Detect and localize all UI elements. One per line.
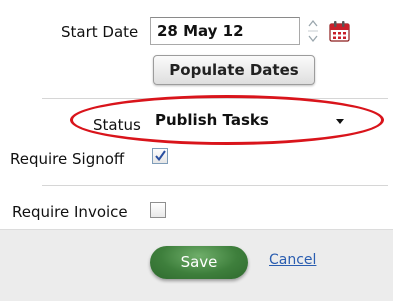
require-signoff-checkbox[interactable] — [152, 148, 168, 164]
form-footer: Save Cancel — [0, 229, 393, 301]
spinner-icon[interactable] — [307, 17, 319, 45]
divider — [42, 185, 388, 186]
populate-dates-button[interactable]: Populate Dates — [153, 55, 315, 85]
chevron-down-icon[interactable] — [336, 119, 344, 124]
start-date-label: Start Date — [61, 23, 139, 41]
cancel-link[interactable]: Cancel — [269, 252, 316, 268]
calendar-icon[interactable] — [326, 18, 352, 44]
save-button[interactable]: Save — [150, 246, 248, 279]
status-label: Status — [93, 116, 141, 134]
require-invoice-checkbox[interactable] — [150, 202, 166, 218]
status-select[interactable]: Publish Tasks — [155, 107, 355, 133]
require-signoff-label: Require Signoff — [10, 150, 125, 168]
start-date-field[interactable]: 28 May 12 — [150, 17, 300, 45]
task-settings-form: Start Date 28 May 12 Populate Dates Stat… — [0, 0, 393, 301]
divider — [42, 98, 388, 99]
require-invoice-label: Require Invoice — [12, 203, 128, 221]
checkmark-icon — [155, 150, 166, 162]
